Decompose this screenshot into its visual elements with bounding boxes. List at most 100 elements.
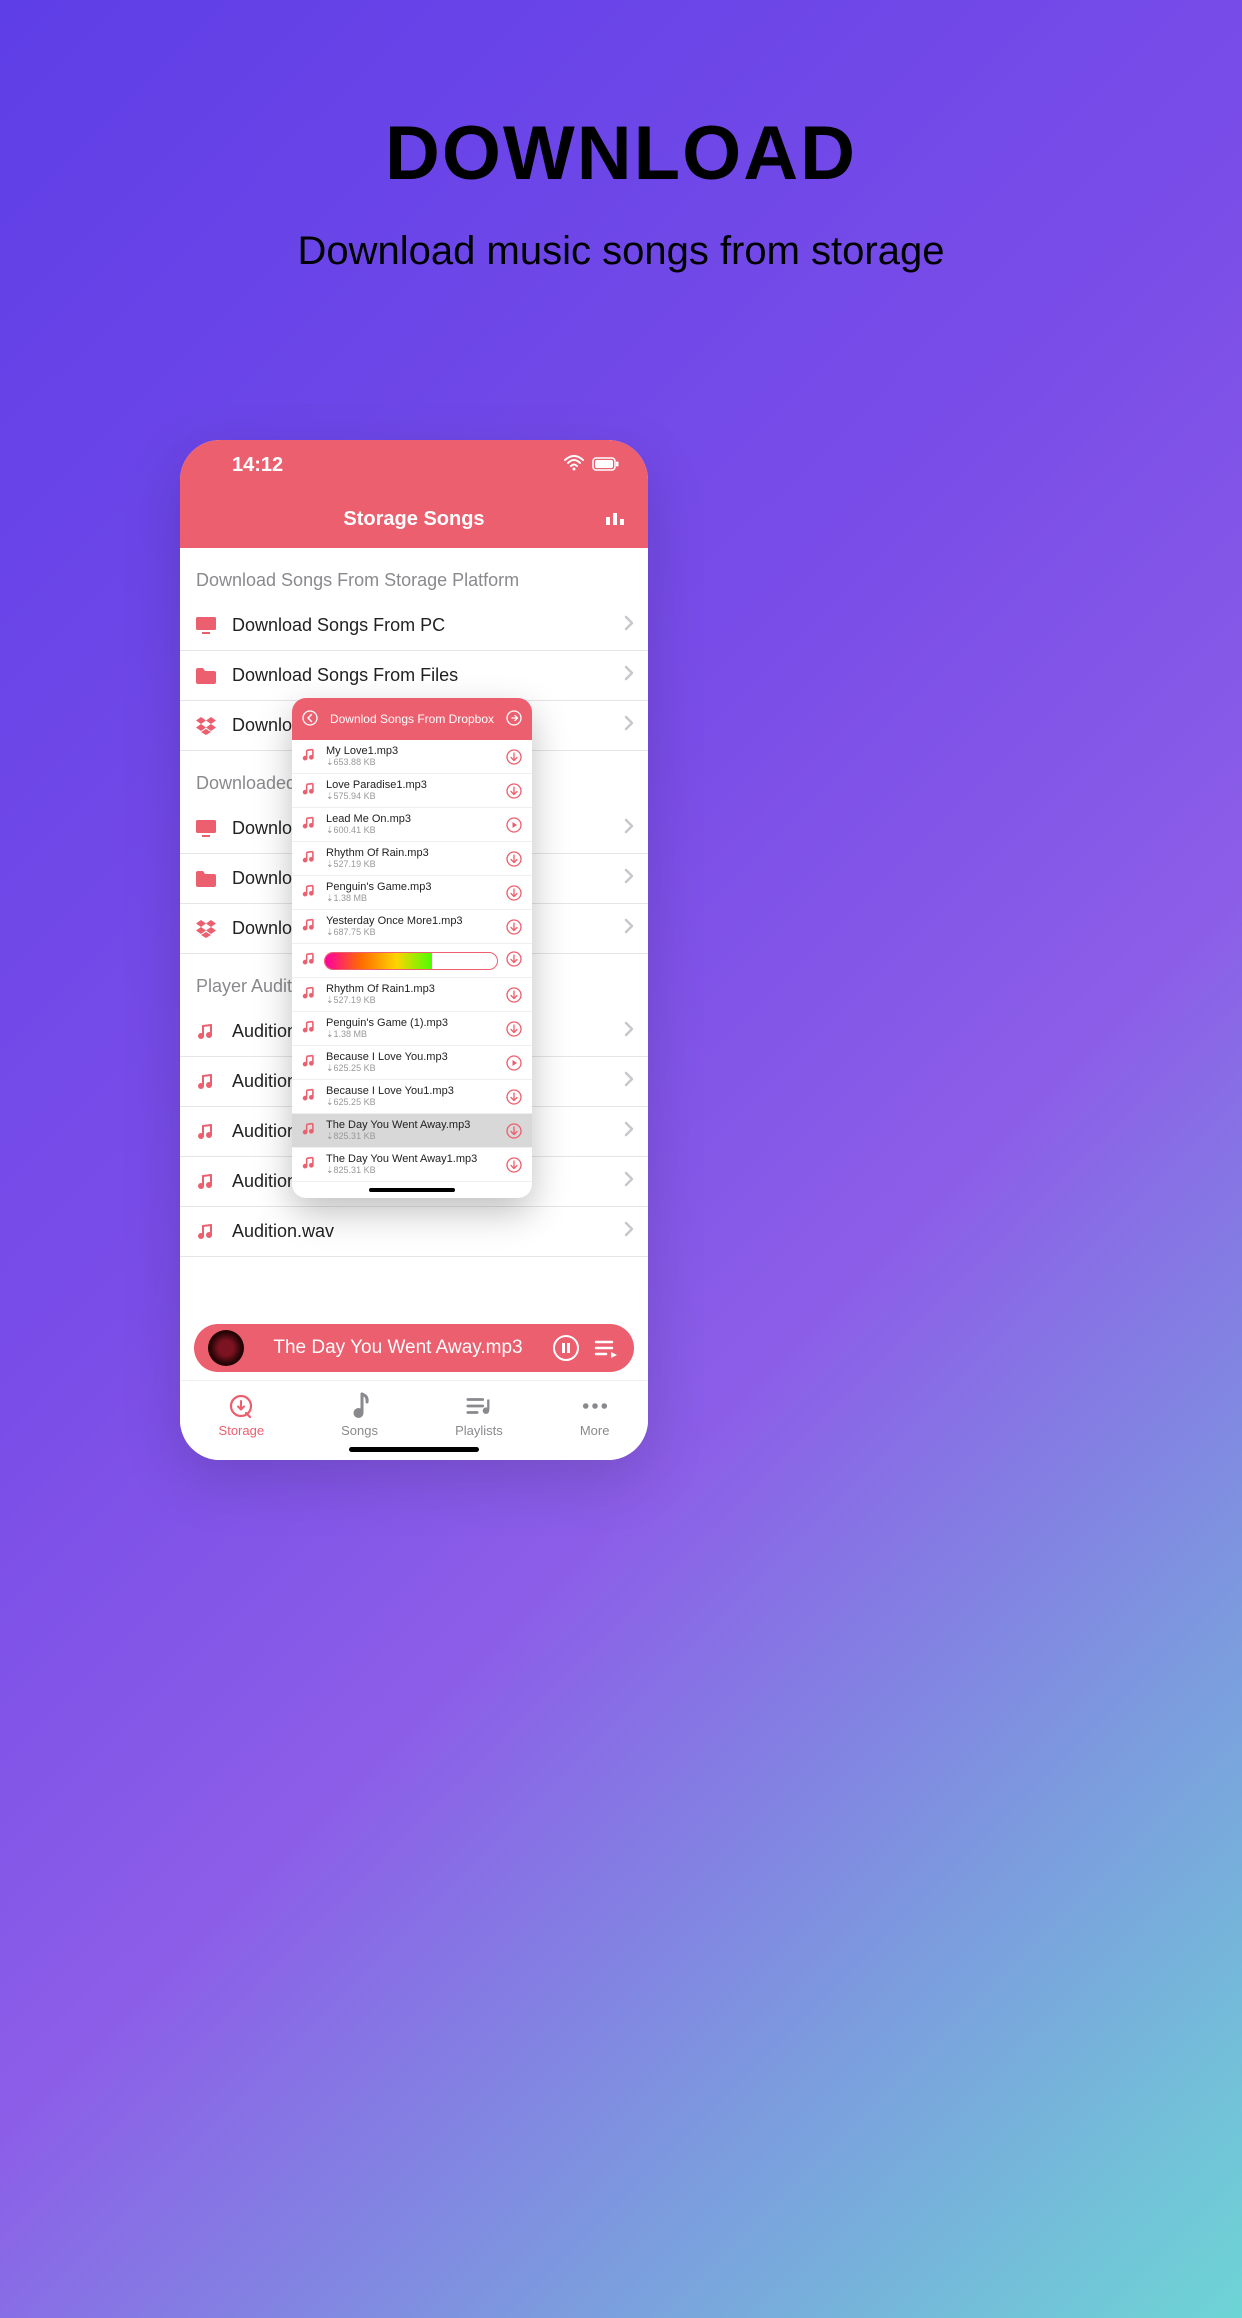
file-size: ⇣653.88 KB [326, 757, 498, 768]
tab-label: More [580, 1423, 610, 1438]
download-button[interactable] [506, 851, 522, 867]
music-icon [302, 1156, 318, 1173]
tab-storage[interactable]: Storage [219, 1393, 265, 1438]
music-icon [302, 1088, 318, 1105]
file-name: Yesterday Once More1.mp3 [326, 915, 498, 927]
download-progress-row [292, 944, 532, 978]
file-name: Rhythm Of Rain1.mp3 [326, 983, 498, 995]
dropbox-file-row[interactable]: Rhythm Of Rain1.mp3⇣527.19 KB [292, 978, 532, 1012]
chevron-right-icon [624, 1171, 634, 1192]
promo-title: DOWNLOAD [0, 110, 1242, 197]
music-icon [302, 816, 318, 833]
download-icon[interactable] [506, 951, 522, 970]
dropbox-file-row[interactable]: Love Paradise1.mp3⇣575.94 KB [292, 774, 532, 808]
file-size: ⇣625.25 KB [326, 1097, 498, 1108]
dropbox-icon [194, 917, 218, 941]
file-size: ⇣687.75 KB [326, 927, 498, 938]
dropbox-file-row[interactable]: Lead Me On.mp3⇣600.41 KB [292, 808, 532, 842]
row-label: Download Songs From PC [232, 615, 624, 636]
music-icon [194, 1020, 218, 1044]
storage-source-row[interactable]: Download Songs From Files [180, 651, 648, 701]
playlists-tab-icon [466, 1393, 492, 1419]
tab-label: Playlists [455, 1423, 503, 1438]
status-bar: 14:12 [180, 440, 648, 490]
chevron-right-icon [624, 615, 634, 636]
download-button[interactable] [506, 1123, 522, 1139]
tab-more[interactable]: More [580, 1393, 610, 1438]
file-name: Penguin's Game (1).mp3 [326, 1017, 498, 1029]
music-icon [194, 1120, 218, 1144]
file-name: Love Paradise1.mp3 [326, 779, 498, 791]
chevron-right-icon [624, 818, 634, 839]
section-header-platform: Download Songs From Storage Platform [180, 548, 648, 601]
chevron-right-icon [624, 868, 634, 889]
download-button[interactable] [506, 1089, 522, 1105]
storage-source-row[interactable]: Download Songs From PC [180, 601, 648, 651]
file-name: The Day You Went Away.mp3 [326, 1119, 498, 1131]
dropbox-icon [194, 714, 218, 738]
overlay-dropbox-screen: Downlod Songs From Dropbox My Love1.mp3⇣… [292, 698, 532, 1198]
pause-button[interactable] [552, 1334, 580, 1362]
file-name: Because I Love You1.mp3 [326, 1085, 498, 1097]
overlay-navbar: Downlod Songs From Dropbox [292, 698, 532, 740]
file-size: ⇣825.31 KB [326, 1165, 498, 1176]
dropbox-file-row[interactable]: Penguin's Game (1).mp3⇣1.38 MB [292, 1012, 532, 1046]
download-button[interactable] [506, 1021, 522, 1037]
nowplaying-title: The Day You Went Away.mp3 [256, 1337, 540, 1359]
download-button[interactable] [506, 919, 522, 935]
download-button[interactable] [506, 749, 522, 765]
music-icon [194, 1220, 218, 1244]
music-icon [302, 850, 318, 867]
music-icon [302, 986, 318, 1003]
overlay-title: Downlod Songs From Dropbox [330, 712, 494, 726]
storage-tab-icon [228, 1393, 254, 1419]
promo-subtitle: Download music songs from storage [0, 229, 1242, 274]
file-size: ⇣575.94 KB [326, 791, 498, 802]
download-button[interactable] [506, 885, 522, 901]
pc-icon [194, 817, 218, 841]
audition-file-row[interactable]: Audition.wav [180, 1207, 648, 1257]
pc-icon [194, 614, 218, 638]
music-icon [302, 748, 318, 765]
music-icon [302, 1122, 318, 1139]
logout-button[interactable] [506, 710, 522, 729]
dropbox-file-row[interactable]: Rhythm Of Rain.mp3⇣527.19 KB [292, 842, 532, 876]
file-name: The Day You Went Away1.mp3 [326, 1153, 498, 1165]
battery-icon [592, 454, 620, 477]
tab-label: Storage [219, 1423, 265, 1438]
folder-icon [194, 664, 218, 688]
overlay-home-indicator [369, 1188, 455, 1192]
file-size: ⇣527.19 KB [326, 859, 498, 870]
tab-playlists[interactable]: Playlists [455, 1393, 503, 1438]
home-indicator [349, 1447, 479, 1452]
download-button[interactable] [506, 1157, 522, 1173]
queue-button[interactable] [592, 1334, 620, 1362]
dropbox-file-row[interactable]: Because I Love You1.mp3⇣625.25 KB [292, 1080, 532, 1114]
back-button[interactable] [302, 710, 318, 729]
tab-songs[interactable]: Songs [341, 1393, 378, 1438]
download-button[interactable] [506, 783, 522, 799]
play-button[interactable] [506, 817, 522, 833]
nowplaying-bar[interactable]: The Day You Went Away.mp3 [194, 1324, 634, 1372]
nowplaying-artwork-icon [208, 1330, 244, 1366]
nav-more-icon[interactable] [606, 509, 624, 530]
chevron-right-icon [624, 715, 634, 736]
status-time: 14:12 [232, 454, 283, 477]
dropbox-file-row[interactable]: Because I Love You.mp3⇣625.25 KB [292, 1046, 532, 1080]
chevron-right-icon [624, 1071, 634, 1092]
dropbox-file-row[interactable]: Penguin's Game.mp3⇣1.38 MB [292, 876, 532, 910]
music-icon [302, 782, 318, 799]
file-size: ⇣1.38 MB [326, 893, 498, 904]
more-tab-icon [582, 1393, 608, 1419]
file-name: Lead Me On.mp3 [326, 813, 498, 825]
download-button[interactable] [506, 987, 522, 1003]
music-icon [194, 1170, 218, 1194]
dropbox-file-row[interactable]: The Day You Went Away1.mp3⇣825.31 KB [292, 1148, 532, 1182]
navbar: Storage Songs [180, 490, 648, 548]
dropbox-file-row[interactable]: The Day You Went Away.mp3⇣825.31 KB [292, 1114, 532, 1148]
file-size: ⇣600.41 KB [326, 825, 498, 836]
play-button[interactable] [506, 1055, 522, 1071]
dropbox-file-row[interactable]: Yesterday Once More1.mp3⇣687.75 KB [292, 910, 532, 944]
music-icon [302, 918, 318, 935]
dropbox-file-row[interactable]: My Love1.mp3⇣653.88 KB [292, 740, 532, 774]
